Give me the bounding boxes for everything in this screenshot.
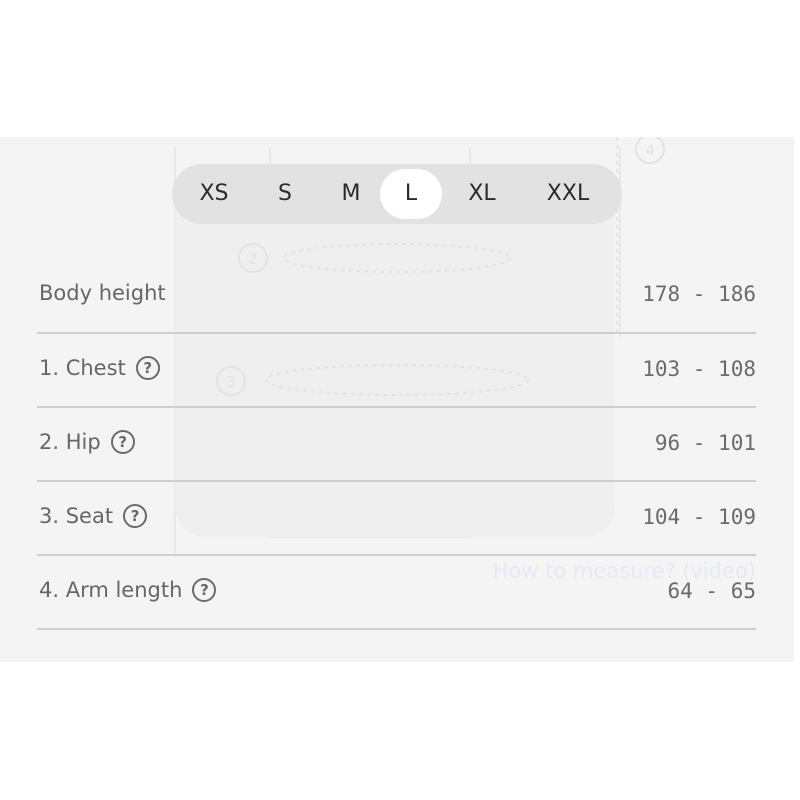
measurement-row-seat: 3. Seat ? 104 - 109 — [37, 482, 756, 556]
measurement-value: 103 - 108 — [642, 357, 756, 381]
measurement-label: 1. Chest ? — [39, 356, 160, 380]
measurement-row-chest: 1. Chest ? 103 - 108 — [37, 334, 756, 408]
size-option-s[interactable]: S — [248, 169, 322, 219]
measurement-label-text: 1. Chest — [39, 356, 126, 380]
size-guide-panel: 2 3 4 XS S M L XL XXL Body height 178 - … — [0, 137, 794, 662]
measurement-label: 2. Hip ? — [39, 430, 135, 454]
size-option-xl[interactable]: XL — [442, 169, 522, 219]
measurement-value: 178 - 186 — [642, 282, 756, 306]
measurement-row-body-height: Body height 178 - 186 — [37, 259, 756, 334]
measurement-label-text: 2. Hip — [39, 430, 101, 454]
measurement-label-text: 4. Arm length — [39, 578, 183, 602]
help-icon[interactable]: ? — [110, 430, 135, 454]
help-icon[interactable]: ? — [135, 356, 160, 380]
marker-4-label: 4 — [645, 141, 655, 159]
help-icon[interactable]: ? — [123, 504, 148, 528]
measurement-label-text: 3. Seat — [39, 504, 114, 528]
size-option-xxl[interactable]: XXL — [522, 169, 614, 219]
how-to-measure-link[interactable]: How to measure? (video) — [493, 559, 756, 583]
measurement-label: 4. Arm length ? — [39, 578, 217, 602]
size-option-l[interactable]: L — [380, 169, 442, 219]
size-option-xs[interactable]: XS — [180, 169, 248, 219]
size-selector: XS S M L XL XXL — [172, 164, 622, 224]
measurement-label: 3. Seat ? — [39, 504, 148, 528]
measurement-value: 104 - 109 — [642, 505, 756, 529]
measurement-value: 96 - 101 — [654, 431, 756, 455]
measurement-row-hip: 2. Hip ? 96 - 101 — [37, 408, 756, 482]
size-option-m[interactable]: M — [322, 169, 380, 219]
measurement-label-text: Body height — [39, 281, 166, 305]
measurement-label: Body height — [39, 281, 166, 305]
help-icon[interactable]: ? — [192, 578, 217, 602]
